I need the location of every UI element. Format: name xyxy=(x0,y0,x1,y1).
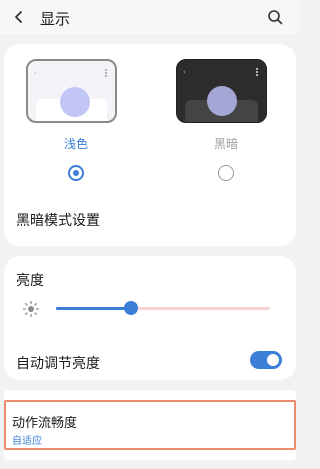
auto-brightness-label: 自动调节亮度 xyxy=(16,356,100,372)
back-arrow-icon[interactable] xyxy=(8,6,30,28)
mini-more-icon xyxy=(105,69,107,77)
dark-theme-label: 黑暗 xyxy=(213,137,238,151)
mini-more-icon xyxy=(256,68,258,76)
brightness-slider[interactable] xyxy=(56,301,270,315)
mini-circle xyxy=(207,86,237,116)
light-theme-preview[interactable]: ‹ xyxy=(26,59,117,123)
page-title: 显示 xyxy=(40,10,71,28)
motion-smoothness-title: 动作流畅度 xyxy=(12,416,78,431)
dark-theme-preview[interactable]: ‹ xyxy=(176,59,267,123)
mini-circle xyxy=(60,87,90,117)
dark-mode-settings-item[interactable]: 黑暗模式设置 xyxy=(16,210,100,230)
brightness-title: 亮度 xyxy=(16,273,44,289)
toggle-knob xyxy=(267,354,279,366)
brightness-card: 亮度 自动调节亮度 xyxy=(4,256,296,380)
light-theme-radio[interactable] xyxy=(68,165,84,181)
search-icon[interactable] xyxy=(264,6,286,28)
top-app-bar: 显示 xyxy=(0,0,300,34)
theme-card: ‹ ‹ 浅色 黑暗 黑暗模式设置 xyxy=(4,44,296,246)
brightness-slider-thumb[interactable] xyxy=(124,301,138,315)
light-theme-label: 浅色 xyxy=(63,137,88,151)
mini-back-icon: ‹ xyxy=(34,69,37,77)
sun-icon xyxy=(22,300,40,318)
motion-smoothness-value: 自适应 xyxy=(12,436,42,447)
auto-brightness-toggle[interactable] xyxy=(250,351,282,369)
mini-back-icon: ‹ xyxy=(183,68,186,76)
brightness-slider-fill xyxy=(56,307,131,310)
dark-theme-radio[interactable] xyxy=(218,165,234,181)
